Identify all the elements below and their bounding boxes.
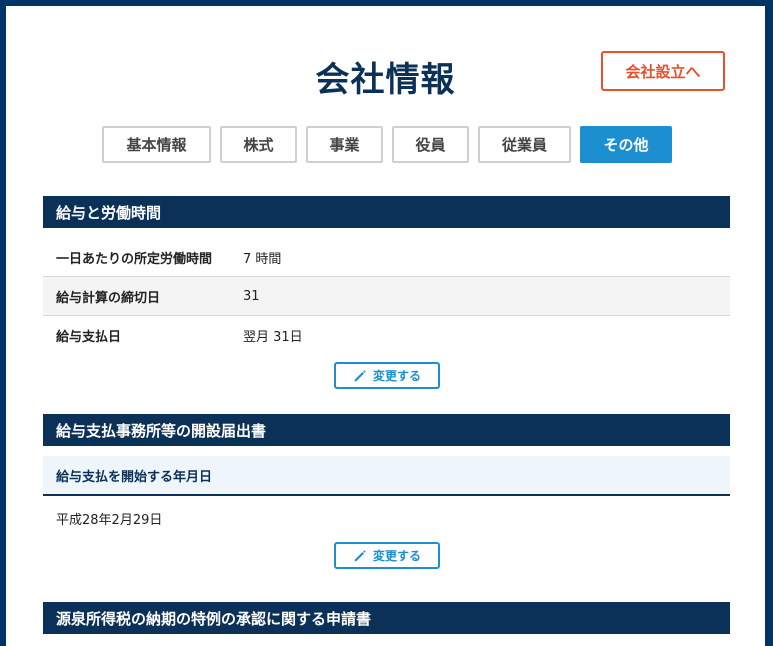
- section-header-salary: 給与と労働時間: [43, 196, 730, 228]
- row-label: 一日あたりの所定労働時間: [56, 251, 213, 267]
- pencil-icon: [354, 369, 366, 381]
- edit-button-label: 変更する: [372, 369, 421, 383]
- row-label: 給与計算の締切日: [56, 290, 161, 306]
- tab-employees[interactable]: 従業員: [478, 126, 571, 163]
- tab-business[interactable]: 事業: [306, 126, 383, 163]
- tab-basic-info[interactable]: 基本情報: [102, 126, 211, 163]
- tab-stock[interactable]: 株式: [220, 126, 297, 163]
- row-value: 31: [243, 288, 260, 304]
- row-label: 給与支払日: [56, 330, 122, 345]
- field-label-start-date: 給与支払を開始する年月日: [43, 456, 730, 496]
- edit-button-label: 変更する: [372, 549, 421, 563]
- start-date-value: 平成28年2月29日: [56, 513, 163, 528]
- edit-salary-button[interactable]: 変更する: [334, 362, 440, 389]
- edit-office-button[interactable]: 変更する: [334, 542, 440, 569]
- tab-other[interactable]: その他: [580, 126, 672, 163]
- table-row: 給与計算の締切日 31: [43, 277, 730, 316]
- row-value: 7 時間: [243, 251, 282, 267]
- row-value: 翌月 31日: [243, 330, 303, 345]
- tab-officers[interactable]: 役員: [392, 126, 469, 163]
- section-header-withholding: 源泉所得税の納期の特例の承認に関する申請書: [43, 602, 730, 634]
- table-row: 給与支払日 翌月 31日: [43, 316, 730, 355]
- company-setup-button[interactable]: 会社設立へ: [601, 51, 725, 91]
- tab-bar: 基本情報 株式 事業 役員 従業員 その他: [6, 126, 765, 164]
- table-row: 一日あたりの所定労働時間 7 時間: [43, 238, 730, 277]
- pencil-icon: [354, 549, 366, 561]
- section-header-office: 給与支払事務所等の開設届出書: [43, 414, 730, 446]
- main-panel: 会社情報 会社設立へ 基本情報 株式 事業 役員 従業員 その他 給与と労働時間…: [6, 6, 765, 646]
